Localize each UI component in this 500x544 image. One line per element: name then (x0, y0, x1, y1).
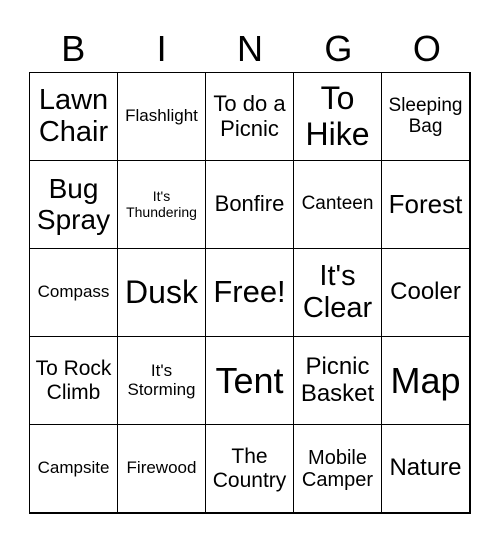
bingo-cell[interactable]: Dusk (117, 248, 206, 337)
bingo-cell[interactable]: Nature (381, 424, 470, 513)
bingo-cell[interactable]: The Country (205, 424, 294, 513)
header-letter-b: B (61, 28, 86, 69)
bingo-cell[interactable]: Firewood (117, 424, 206, 513)
bingo-cell[interactable]: Picnic Basket (293, 336, 382, 425)
bingo-cell[interactable]: To do a Picnic (205, 72, 294, 161)
bingo-cell[interactable]: Cooler (381, 248, 470, 337)
header-letter-i: I (156, 28, 167, 69)
free-space[interactable]: Free! (205, 248, 294, 337)
bingo-cell[interactable]: Campsite (29, 424, 118, 513)
bingo-header: B I N G O (29, 26, 471, 72)
bingo-grid: Lawn Chair Flashlight To do a Picnic To … (29, 72, 471, 514)
bingo-cell[interactable]: Sleeping Bag (381, 72, 470, 161)
bingo-cell[interactable]: Lawn Chair (29, 72, 118, 161)
bingo-cell[interactable]: To Rock Climb (29, 336, 118, 425)
bingo-cell[interactable]: It's Thundering (117, 160, 206, 249)
bingo-cell[interactable]: Compass (29, 248, 118, 337)
bingo-cell[interactable]: It's Storming (117, 336, 206, 425)
bingo-cell[interactable]: Bonfire (205, 160, 294, 249)
bingo-cell[interactable]: Canteen (293, 160, 382, 249)
header-letter-g: G (324, 28, 353, 69)
bingo-cell[interactable]: Tent (205, 336, 294, 425)
bingo-cell[interactable]: Mobile Camper (293, 424, 382, 513)
bingo-cell[interactable]: Forest (381, 160, 470, 249)
bingo-cell[interactable]: It's Clear (293, 248, 382, 337)
header-letter-o: O (412, 28, 441, 69)
bingo-cell[interactable]: Bug Spray (29, 160, 118, 249)
bingo-cell[interactable]: Map (381, 336, 470, 425)
bingo-cell[interactable]: To Hike (293, 72, 382, 161)
header-letter-n: N (237, 28, 264, 69)
bingo-cell[interactable]: Flashlight (117, 72, 206, 161)
